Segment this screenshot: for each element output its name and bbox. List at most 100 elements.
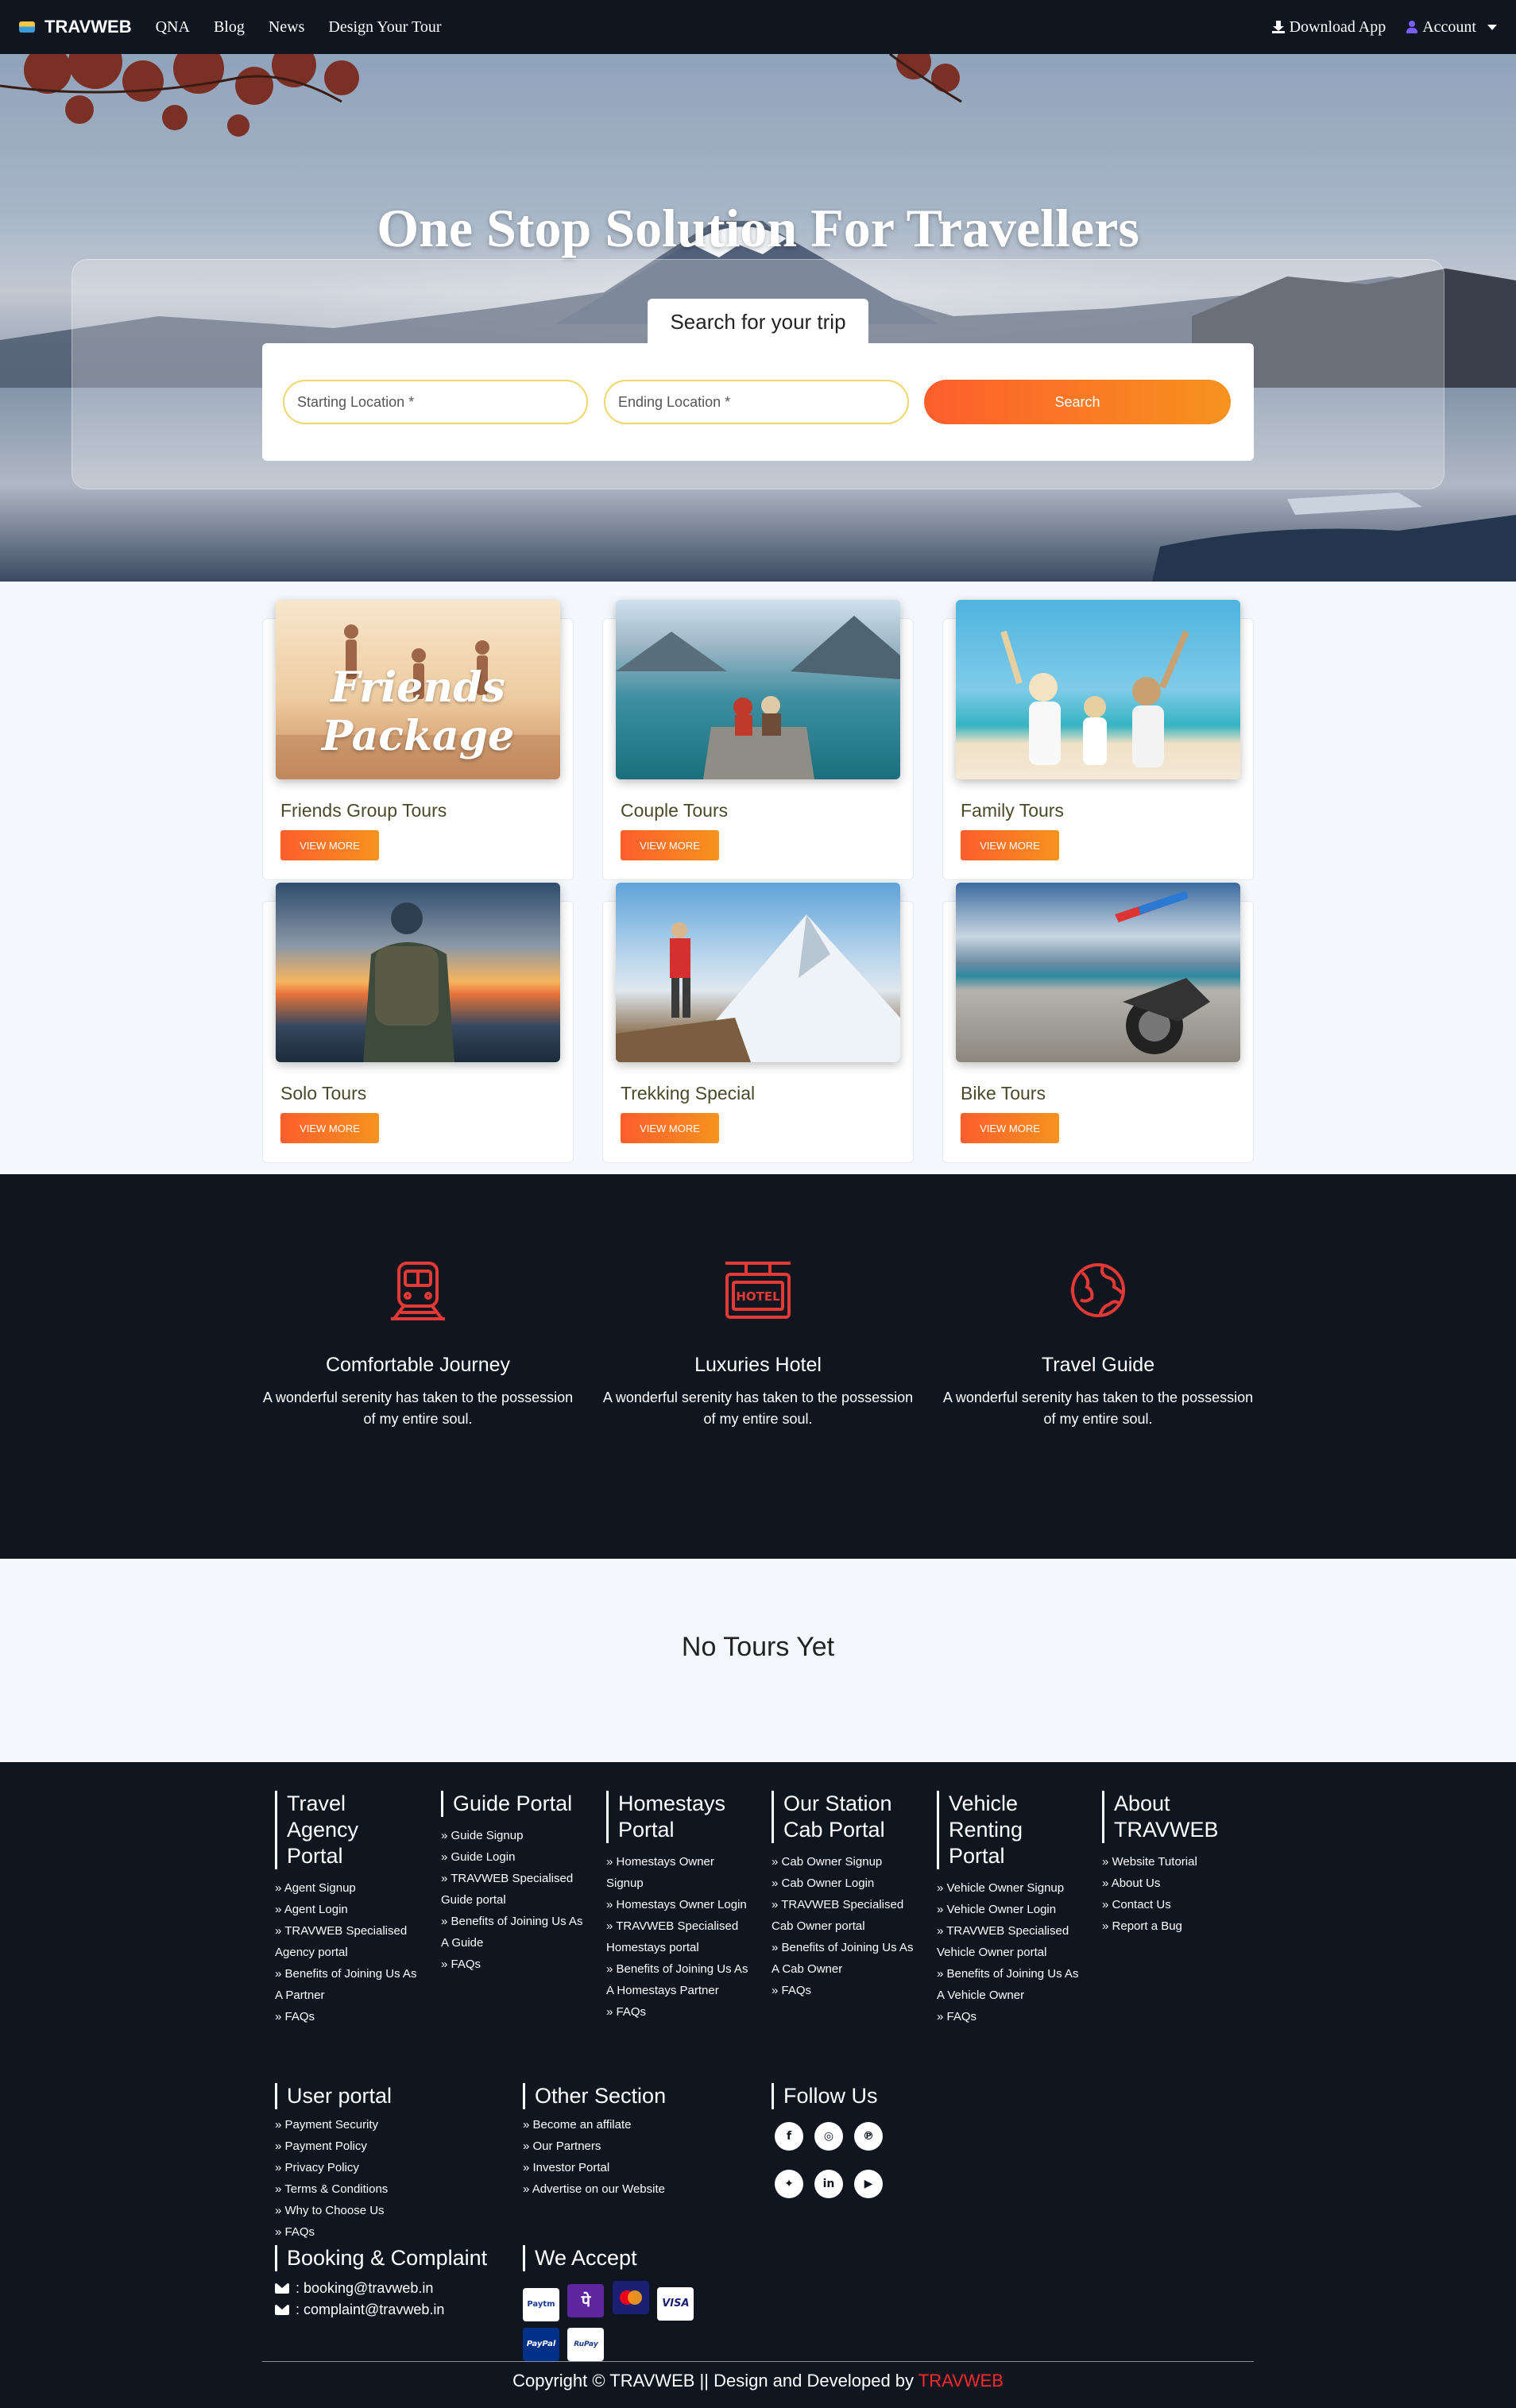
view-more-button[interactable]: VIEW MORE	[961, 830, 1059, 860]
caret-down-icon	[1487, 24, 1497, 30]
footer-link[interactable]: Cab Owner Signup	[772, 1851, 915, 1873]
download-app-link[interactable]: Download App	[1271, 18, 1386, 37]
footer-booking-complaint-column: Booking & Complaint : booking@travweb.in…	[275, 2245, 513, 2321]
contact-emails: : booking@travweb.in : complaint@travweb…	[275, 2278, 513, 2321]
view-more-button[interactable]: VIEW MORE	[961, 1113, 1059, 1143]
footer-heading: Vehicle Renting Portal	[937, 1791, 1056, 1869]
footer-link[interactable]: TRAVWEB Specialised Vehicle Owner portal	[937, 1920, 1080, 1963]
nav-link-blog[interactable]: Blog	[214, 18, 245, 37]
instagram-icon[interactable]: ◎	[814, 2122, 843, 2151]
footer-link[interactable]: Homestays Owner Signup	[606, 1851, 749, 1894]
footer-heading: Follow Us	[772, 2083, 930, 2109]
footer-link[interactable]: Become an affilate	[523, 2114, 761, 2136]
complaint-email-row[interactable]: : complaint@travweb.in	[275, 2299, 513, 2321]
solo-scene	[363, 903, 454, 1062]
copyright-brand-link[interactable]: TRAVWEB	[918, 2371, 1004, 2391]
view-more-button[interactable]: VIEW MORE	[280, 830, 379, 860]
search-button[interactable]: Search	[924, 380, 1231, 424]
starting-location-input[interactable]	[283, 380, 588, 424]
ending-location-input[interactable]	[604, 380, 909, 424]
nav-link-design-your-tour[interactable]: Design Your Tour	[328, 18, 441, 37]
footer-link[interactable]: Advertise on our Website	[523, 2178, 761, 2200]
footer-link[interactable]: TRAVWEB Specialised Cab Owner portal	[772, 1894, 915, 1937]
nav-right: Download App Account	[1271, 18, 1497, 37]
footer-link[interactable]: FAQs	[275, 2221, 513, 2243]
footer-heading: Booking & Complaint	[275, 2245, 513, 2271]
facebook-icon[interactable]: f	[775, 2122, 803, 2151]
linkedin-icon[interactable]: in	[814, 2170, 843, 2198]
couple-tour-image[interactable]	[616, 600, 900, 779]
footer-link[interactable]: Website Tutorial	[1102, 1851, 1245, 1873]
footer-link[interactable]: Cab Owner Login	[772, 1873, 915, 1894]
footer-link[interactable]: Benefits of Joining Us As A Partner	[275, 1963, 418, 2006]
footer-link[interactable]: Guide Login	[441, 1846, 584, 1868]
feature-description: A wonderful serenity has taken to the po…	[262, 1390, 574, 1427]
youtube-icon[interactable]: ▶	[854, 2170, 883, 2198]
footer-link[interactable]: Report a Bug	[1102, 1915, 1245, 1937]
footer-link[interactable]: Privacy Policy	[275, 2157, 513, 2178]
view-more-button[interactable]: VIEW MORE	[280, 1113, 379, 1143]
footer-link[interactable]: Vehicle Owner Signup	[937, 1877, 1080, 1899]
footer-link[interactable]: Why to Choose Us	[275, 2200, 513, 2221]
view-more-button[interactable]: VIEW MORE	[621, 1113, 719, 1143]
friends-package-image-text: Friends Package	[321, 663, 515, 760]
tour-card-solo: Solo Tours VIEW MORE	[262, 883, 574, 1163]
copyright-text: Copyright © TRAVWEB || Design and Develo…	[0, 2371, 1516, 2391]
nav-link-qna[interactable]: QNA	[156, 18, 190, 37]
trekking-tour-image[interactable]	[616, 883, 900, 1062]
footer-link[interactable]: FAQs	[937, 2006, 1080, 2027]
friends-tour-image[interactable]: Friends Package	[276, 600, 560, 779]
footer-link[interactable]: FAQs	[772, 1980, 915, 2001]
pinterest-icon[interactable]: ℗	[854, 2122, 883, 2151]
family-scene	[1000, 630, 1189, 767]
booking-email-row[interactable]: : booking@travweb.in	[275, 2278, 513, 2299]
search-tab-label: Search for your trip	[648, 299, 868, 345]
tour-card-couple: Couple Tours VIEW MORE	[602, 600, 914, 880]
visa-icon: VISA	[657, 2286, 694, 2321]
footer-link[interactable]: TRAVWEB Specialised Guide portal	[441, 1868, 584, 1911]
tour-card-title: Trekking Special	[621, 1083, 756, 1104]
footer-link[interactable]: Benefits of Joining Us As A Homestays Pa…	[606, 1958, 749, 2001]
footer-link[interactable]: About Us	[1102, 1873, 1245, 1894]
mastercard-icon	[612, 2281, 649, 2314]
footer-link[interactable]: TRAVWEB Specialised Homestays portal	[606, 1915, 749, 1958]
footer-link[interactable]: Terms & Conditions	[275, 2178, 513, 2200]
footer-vehicle-column: Vehicle Renting Portal Vehicle Owner Sig…	[937, 1791, 1080, 2027]
twitter-icon[interactable]: ✦	[775, 2170, 803, 2198]
footer-link[interactable]: Agent Signup	[275, 1877, 418, 1899]
tour-card-trekking: Trekking Special VIEW MORE	[602, 883, 914, 1163]
footer-link[interactable]: Agent Login	[275, 1899, 418, 1920]
footer-link[interactable]: Benefits of Joining Us As A Vehicle Owne…	[937, 1963, 1080, 2006]
paypal-icon: PayPal	[523, 2327, 559, 2361]
footer-travel-agency-column: Travel Agency Portal Agent Signup Agent …	[275, 1791, 418, 2027]
footer-link[interactable]: Homestays Owner Login	[606, 1894, 749, 1915]
footer-link[interactable]: Payment Security	[275, 2114, 513, 2136]
account-dropdown[interactable]: Account	[1406, 18, 1497, 37]
footer-link[interactable]: Investor Portal	[523, 2157, 761, 2178]
footer-link[interactable]: Benefits of Joining Us As A Guide	[441, 1911, 584, 1954]
hotel-icon-text: HOTEL	[736, 1289, 780, 1304]
paytm-icon: Paytm	[523, 2287, 559, 2321]
social-icons: f ◎ ℗ ✦ in ▶	[775, 2122, 902, 2206]
footer-link[interactable]: Our Partners	[523, 2136, 761, 2157]
footer-link[interactable]: Vehicle Owner Login	[937, 1899, 1080, 1920]
bike-scene	[1115, 891, 1210, 1054]
brand-logo-link[interactable]: TRAVWEB	[19, 17, 132, 37]
footer-link-list: Cab Owner Signup Cab Owner Login TRAVWEB…	[772, 1851, 915, 2001]
footer-link[interactable]: Guide Signup	[441, 1825, 584, 1846]
footer-link[interactable]: FAQs	[606, 2001, 749, 2023]
nav-link-news[interactable]: News	[269, 18, 305, 37]
footer-link[interactable]: FAQs	[441, 1954, 584, 1975]
footer-link[interactable]: Benefits of Joining Us As A Cab Owner	[772, 1937, 915, 1980]
bike-tour-image[interactable]	[956, 883, 1240, 1062]
globe-icon	[1071, 1263, 1125, 1317]
footer-link[interactable]: FAQs	[275, 2006, 418, 2027]
tour-card-title: Friends Group Tours	[280, 800, 447, 821]
family-tour-image[interactable]	[956, 600, 1240, 779]
footer-link[interactable]: Contact Us	[1102, 1894, 1245, 1915]
feature-description: A wonderful serenity has taken to the po…	[942, 1390, 1254, 1427]
footer-link[interactable]: Payment Policy	[275, 2136, 513, 2157]
solo-tour-image[interactable]	[276, 883, 560, 1062]
footer-link[interactable]: TRAVWEB Specialised Agency portal	[275, 1920, 418, 1963]
view-more-button[interactable]: VIEW MORE	[621, 830, 719, 860]
